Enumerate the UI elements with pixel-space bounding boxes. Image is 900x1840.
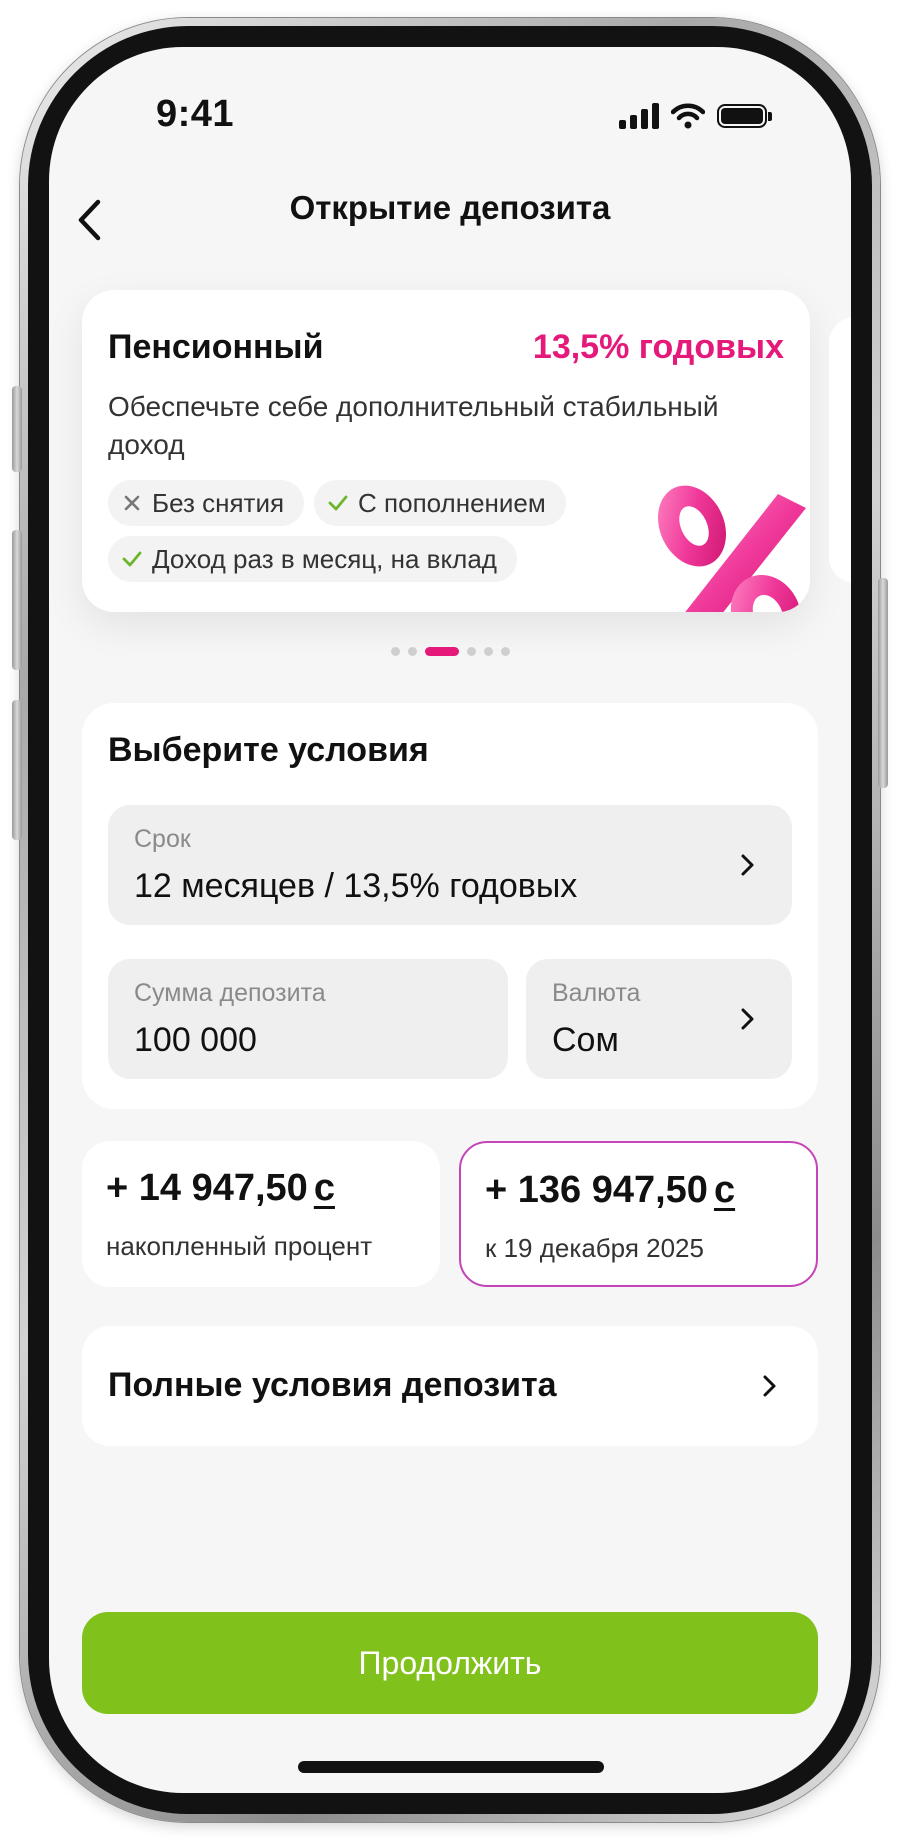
next-product-card[interactable]	[829, 317, 851, 583]
chevron-right-icon	[763, 1375, 776, 1397]
currency-sign: с	[313, 1167, 335, 1209]
check-icon	[122, 551, 142, 567]
mute-switch	[12, 386, 22, 472]
amount-label: Сумма депозита	[134, 979, 326, 1007]
chevron-right-icon	[741, 854, 754, 876]
full-conditions-link[interactable]: Полные условия депозита	[82, 1326, 818, 1446]
power-button	[878, 578, 888, 788]
full-conditions-label: Полные условия депозита	[108, 1366, 557, 1404]
accrued-interest-caption: накопленный процент	[106, 1231, 373, 1261]
status-icons	[619, 103, 772, 129]
product-card[interactable]: Пенсионный 13,5% годовых Обеспечьте себе…	[82, 290, 810, 612]
pagination-dot[interactable]	[407, 647, 417, 656]
amount-input[interactable]: Сумма депозита 100 000	[108, 959, 508, 1079]
total-amount-card: + 136 947,50 с к 19 декабря 2025	[459, 1141, 818, 1287]
amount-value: 100 000	[134, 1021, 257, 1059]
percent-icon	[657, 485, 806, 612]
currency-sign: с	[713, 1169, 736, 1211]
cellular-signal-icon	[619, 103, 659, 129]
product-rate: 13,5% годовых	[532, 328, 784, 366]
pagination-dot[interactable]	[390, 647, 400, 656]
volume-down-button	[12, 700, 22, 840]
total-amount-caption: к 19 декабря 2025	[485, 1233, 704, 1263]
volume-up-button	[12, 530, 22, 670]
tag-label: Доход раз в месяц, на вклад	[152, 543, 497, 574]
page-title: Открытие депозита	[289, 189, 611, 226]
conditions-card: Выберите условия Срок 12 месяцев / 13,5%…	[82, 703, 818, 1109]
tag-no-withdrawal: Без снятия	[108, 480, 305, 526]
pagination-dot[interactable]	[483, 647, 493, 656]
battery-icon	[717, 104, 772, 128]
currency-select[interactable]: Валюта Сом	[526, 959, 792, 1079]
carousel-pagination	[49, 647, 851, 656]
continue-button[interactable]: Продолжить	[82, 1612, 818, 1714]
conditions-title: Выберите условия	[108, 731, 429, 769]
tag-label: Без снятия	[152, 487, 285, 518]
term-value: 12 месяцев / 13,5% годовых	[134, 867, 578, 905]
accrued-interest-card: + 14 947,50 с накопленный процент	[82, 1141, 440, 1287]
wifi-icon	[671, 103, 705, 129]
pagination-dot[interactable]	[500, 647, 510, 656]
status-time: 9:41	[156, 93, 235, 135]
tag-monthly-income: Доход раз в месяц, на вклад	[108, 536, 517, 582]
app-screen: 9:41 Открытие депозита Пенсионный 13,5% …	[49, 47, 851, 1793]
tag-label: С пополнением	[358, 487, 546, 518]
currency-value: Сом	[552, 1021, 619, 1059]
currency-label: Валюта	[552, 979, 641, 1007]
pagination-dot-active[interactable]	[424, 647, 459, 656]
amount-text: + 136 947,50	[485, 1169, 708, 1211]
pagination-dot[interactable]	[466, 647, 476, 656]
amount-text: + 14 947,50	[106, 1167, 308, 1209]
total-amount: + 136 947,50 с	[485, 1169, 735, 1212]
home-indicator[interactable]	[298, 1761, 604, 1773]
accrued-interest-amount: + 14 947,50 с	[106, 1167, 335, 1210]
cross-icon	[124, 495, 140, 511]
term-label: Срок	[134, 825, 191, 853]
term-select[interactable]: Срок 12 месяцев / 13,5% годовых	[108, 805, 792, 925]
product-name: Пенсионный	[108, 328, 324, 366]
product-description: Обеспечьте себе дополнительный стабильны…	[108, 391, 719, 460]
check-icon	[328, 495, 348, 511]
chevron-right-icon	[741, 1008, 754, 1030]
product-tags: Без снятия С пополнением Доход раз в мес…	[108, 480, 628, 582]
tag-replenishment: С пополнением	[314, 480, 566, 526]
